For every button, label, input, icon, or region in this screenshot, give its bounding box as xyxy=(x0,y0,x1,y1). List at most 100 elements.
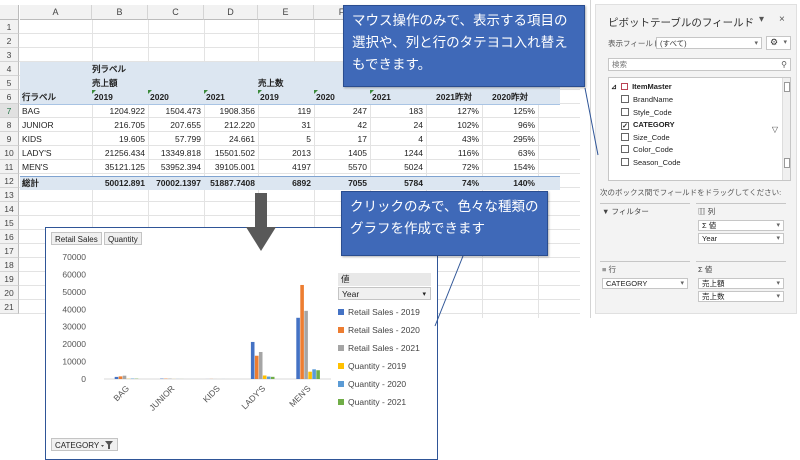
row-header[interactable]: 11 xyxy=(0,160,19,174)
bar-bag-series-2[interactable] xyxy=(122,375,127,379)
value-cell[interactable]: 1244 xyxy=(370,146,426,160)
field-list-scrollbar[interactable] xyxy=(782,78,790,180)
category-filter-button[interactable]: CATEGORY xyxy=(51,438,119,451)
value-cell[interactable]: 39105.001 xyxy=(204,160,258,174)
row-header[interactable]: 9 xyxy=(0,132,19,146)
value-cell[interactable]: 21256.434 xyxy=(92,146,148,160)
grand-total-cell[interactable]: 6892 xyxy=(258,176,314,190)
values-item-sales[interactable]: 売上額 ▾ xyxy=(698,278,784,289)
field-item[interactable]: BrandName xyxy=(621,94,673,106)
column-header[interactable]: E xyxy=(258,5,314,20)
value-cell[interactable]: 116% xyxy=(426,146,482,160)
row-header[interactable]: 3 xyxy=(0,48,19,62)
bar-mens-series-2[interactable] xyxy=(304,310,308,379)
field-checkbox[interactable] xyxy=(621,145,629,153)
row-header[interactable]: 19 xyxy=(0,272,19,286)
field-list[interactable]: ⊿ ItemMaster BrandName Style_Code ✓ CATEGOR… xyxy=(608,77,791,181)
value-cell[interactable]: 183 xyxy=(370,104,426,118)
row-header[interactable]: 14 xyxy=(0,202,19,216)
columns-item-values[interactable]: Σ 値 ▾ xyxy=(698,220,784,231)
value-cell[interactable]: 5 xyxy=(258,132,314,146)
value-cell[interactable]: 17 xyxy=(314,132,370,146)
close-icon[interactable]: × xyxy=(779,14,785,25)
bar-ladys-series-0[interactable] xyxy=(250,341,255,379)
value-cell[interactable]: 1504.473 xyxy=(148,104,204,118)
row-header[interactable]: 4 xyxy=(0,62,19,76)
select-all-corner[interactable] xyxy=(0,5,19,20)
value-cell[interactable]: 119 xyxy=(258,104,314,118)
field-item[interactable]: Season_Code xyxy=(621,157,681,169)
year-column-header[interactable]: 2021 xyxy=(204,90,258,104)
row-header[interactable]: 6 xyxy=(0,90,19,104)
field-checkbox[interactable]: ✓ xyxy=(621,122,629,130)
columns-area[interactable]: ▥ 列 Σ 値 ▾ Year ▾ xyxy=(696,203,786,255)
field-search-input[interactable]: 検索 ⚲ xyxy=(608,58,791,71)
year-column-header[interactable]: 2020 xyxy=(148,90,204,104)
legend-item[interactable]: Retail Sales - 2019 xyxy=(338,306,420,318)
value-cell[interactable]: 295% xyxy=(482,132,538,146)
column-labels-header[interactable]: 列ラベル xyxy=(92,62,152,76)
year-column-header[interactable]: 2019 xyxy=(258,90,314,104)
values-item-quantity[interactable]: 売上数 ▾ xyxy=(698,291,784,302)
value-cell[interactable]: 19.605 xyxy=(92,132,148,146)
row-header[interactable]: 7 xyxy=(0,104,19,118)
value-cell[interactable]: 15501.502 xyxy=(204,146,258,160)
table-node[interactable]: ⊿ ItemMaster xyxy=(611,81,672,93)
grand-total-cell[interactable]: 50012.891 xyxy=(92,176,148,190)
bar-bag-series-1[interactable] xyxy=(118,376,123,379)
bar-mens-series-0[interactable] xyxy=(296,317,300,379)
row-header[interactable]: 21 xyxy=(0,300,19,314)
row-header[interactable]: 13 xyxy=(0,188,19,202)
rows-area[interactable]: ≡ 行 CATEGORY ▾ xyxy=(600,261,690,313)
pane-menu-chevron-icon[interactable]: ▾ xyxy=(759,14,764,25)
grand-total-cell[interactable]: 74% xyxy=(426,176,482,190)
report-filter-select[interactable]: (すべて) ▾ xyxy=(656,37,762,49)
collapse-icon[interactable]: ⊿ xyxy=(611,84,617,91)
bar-mens-series-5[interactable] xyxy=(316,370,320,379)
value-cell[interactable]: 63% xyxy=(482,146,538,160)
value-cell[interactable]: 42 xyxy=(314,118,370,132)
value-cell[interactable]: 1204.922 xyxy=(92,104,148,118)
row-header[interactable]: 5 xyxy=(0,76,19,90)
row-label-cell[interactable]: MEN'S xyxy=(22,160,90,174)
rows-item-category[interactable]: CATEGORY ▾ xyxy=(602,278,688,289)
value-cell[interactable]: 13349.818 xyxy=(148,146,204,160)
field-checkbox[interactable] xyxy=(621,95,629,103)
year-column-header[interactable]: 2019 xyxy=(92,90,148,104)
bar-ladys-series-2[interactable] xyxy=(258,351,263,379)
bar-ladys-series-5[interactable] xyxy=(270,376,275,379)
row-header[interactable]: 8 xyxy=(0,118,19,132)
value-cell[interactable]: 35121.125 xyxy=(92,160,148,174)
value-cell[interactable]: 57.799 xyxy=(148,132,204,146)
legend-item[interactable]: Retail Sales - 2021 xyxy=(338,342,420,354)
bar-ladys-series-1[interactable] xyxy=(254,355,259,379)
row-header[interactable]: 1 xyxy=(0,20,19,34)
value-cell[interactable]: 5024 xyxy=(370,160,426,174)
legend-year-filter[interactable]: Year ▾ xyxy=(338,287,431,300)
row-header[interactable]: 17 xyxy=(0,244,19,258)
scroll-thumb[interactable] xyxy=(784,82,790,92)
value-cell[interactable]: 53952.394 xyxy=(148,160,204,174)
value-cell[interactable]: 125% xyxy=(482,104,538,118)
pivot-chart[interactable]: Retail Sales Quantity 70000 60000 50000 400… xyxy=(45,227,438,460)
value-cell[interactable]: 96% xyxy=(482,118,538,132)
value-cell[interactable]: 4197 xyxy=(258,160,314,174)
value-cell[interactable]: 216.705 xyxy=(92,118,148,132)
grand-total-label[interactable]: 総計 xyxy=(22,176,90,190)
bar-mens-series-4[interactable] xyxy=(312,369,316,379)
legend-item[interactable]: Quantity - 2020 xyxy=(338,378,406,390)
grand-total-cell[interactable]: 5784 xyxy=(370,176,426,190)
year-column-header[interactable]: 2020 xyxy=(314,90,370,104)
value-cell[interactable]: 43% xyxy=(426,132,482,146)
field-item[interactable]: Color_Code xyxy=(621,144,673,156)
grand-total-cell[interactable]: 70002.1397 xyxy=(148,176,204,190)
field-checkbox[interactable] xyxy=(621,107,629,116)
bar-ladys-series-4[interactable] xyxy=(266,376,271,379)
grand-total-cell[interactable]: 7055 xyxy=(314,176,370,190)
settings-gear-button[interactable]: ⚙ ▾ xyxy=(766,36,791,50)
value-cell[interactable]: 102% xyxy=(426,118,482,132)
value-cell[interactable]: 4 xyxy=(370,132,426,146)
value-cell[interactable]: 2013 xyxy=(258,146,314,160)
yoy-column-header[interactable]: 2021昨対 xyxy=(426,90,482,104)
field-item[interactable]: ✓ CATEGORY xyxy=(621,119,675,131)
